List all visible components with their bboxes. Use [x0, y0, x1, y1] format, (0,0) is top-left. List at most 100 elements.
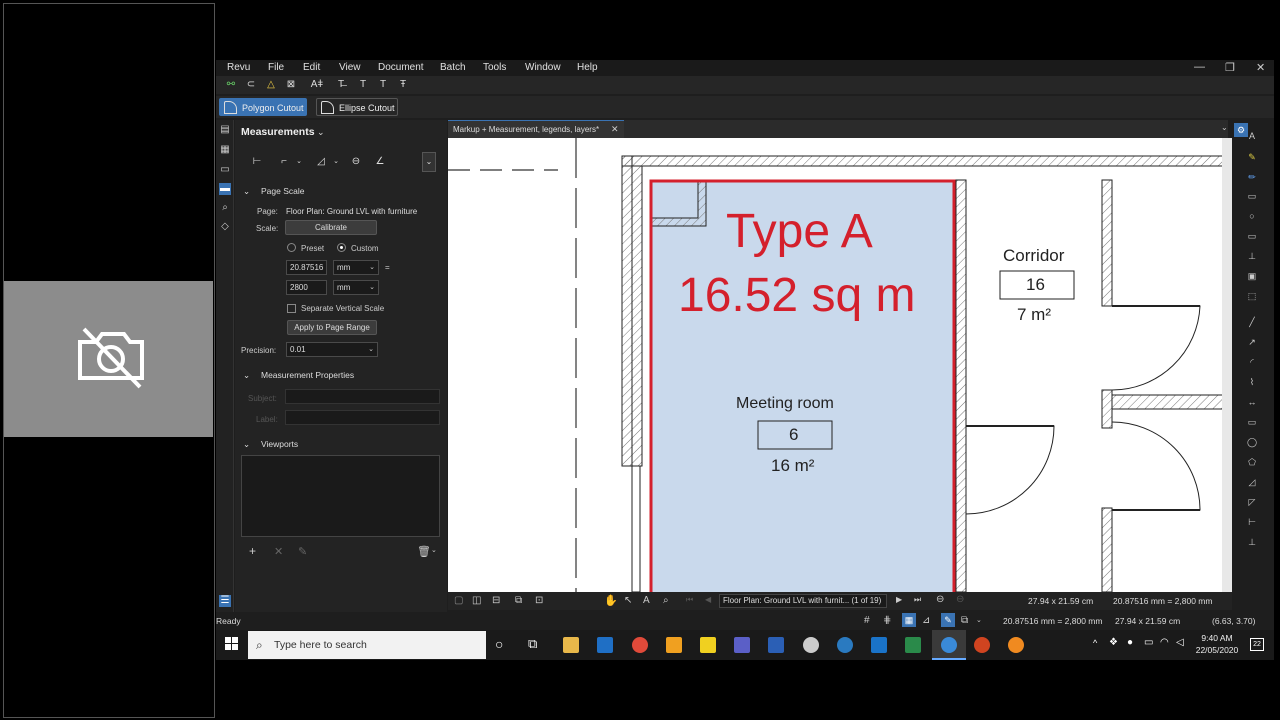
chevron-down-icon[interactable]: ⌄ — [243, 186, 250, 197]
word-icon[interactable] — [768, 637, 784, 653]
dimension-icon[interactable]: ↔ — [1246, 396, 1258, 408]
chevron-down-icon[interactable]: ⌄ — [292, 156, 306, 168]
diameter-tool-icon[interactable]: ⊖ — [349, 156, 363, 168]
stamp-icon[interactable]: ⊥ — [1246, 250, 1258, 262]
menu-view[interactable]: View — [339, 62, 361, 73]
chevron-down-icon[interactable]: ⌄ — [1221, 123, 1228, 132]
task-view-icon[interactable]: ⧉ — [528, 636, 537, 652]
measure-area-icon[interactable]: ◿ — [1246, 476, 1258, 488]
wifi-icon[interactable]: ◠ — [1160, 637, 1169, 648]
ellipse-cutout-button[interactable]: Ellipse Cutout — [316, 98, 398, 116]
measurements-tab-icon[interactable]: ▬ — [219, 183, 231, 195]
drawing-canvas[interactable]: Type A 16.52 sq m Meeting room 6 16 m² C… — [448, 138, 1232, 592]
angle-tool-icon[interactable]: ∠ — [373, 156, 387, 168]
vertical-scrollbar[interactable] — [1222, 138, 1232, 592]
snap-markup-icon[interactable]: ⊿ — [922, 615, 930, 626]
menu-document[interactable]: Document — [378, 62, 424, 73]
single-page-icon[interactable]: ▢ — [454, 595, 463, 606]
forward-icon[interactable]: ⊖ — [956, 594, 964, 605]
dropbox-icon[interactable]: ❖ — [1109, 637, 1118, 648]
pan-hand-icon[interactable]: ✋ — [604, 594, 618, 607]
strikethrough-icon[interactable]: T — [376, 78, 390, 92]
menu-file[interactable]: File — [268, 62, 284, 73]
split-vertical-icon[interactable]: ◫ — [472, 595, 481, 606]
add-icon[interactable]: + — [249, 544, 256, 558]
taskbar-search-input[interactable]: ⌕ Type here to search — [248, 631, 486, 659]
chevron-up-icon[interactable]: ^ — [1093, 638, 1097, 648]
app-icon[interactable] — [905, 637, 921, 653]
precision-select[interactable]: 0.01 ⌄ — [286, 342, 378, 357]
crop-icon[interactable]: ⊡ — [535, 595, 543, 606]
menu-tools[interactable]: Tools — [483, 62, 506, 73]
app-icon[interactable] — [803, 637, 819, 653]
note-icon[interactable]: ▭ — [1246, 230, 1258, 242]
close-button[interactable]: ✕ — [1256, 61, 1265, 74]
unit-1-select[interactable]: mm ⌄ — [333, 260, 379, 275]
polyline-icon[interactable]: ⌇ — [1246, 376, 1258, 388]
text-format-icon[interactable]: T̶ — [334, 78, 348, 92]
snap-grid-icon[interactable]: ⋕ — [883, 615, 891, 626]
overline-icon[interactable]: Ŧ — [396, 78, 410, 92]
toolchest-icon[interactable]: ▭ — [219, 164, 231, 176]
scale-value-2-field[interactable]: 2800 — [286, 280, 327, 295]
page-selector[interactable]: Floor Plan: Ground LVL with furnit... (1… — [719, 594, 887, 608]
chevron-down-icon[interactable]: ⌄ — [976, 616, 982, 624]
grid-icon[interactable]: ▦ — [219, 144, 231, 156]
bluebeam-icon[interactable] — [837, 637, 853, 653]
restore-button[interactable]: ❐ — [1225, 61, 1235, 74]
length-icon[interactable]: ⊢ — [1246, 516, 1258, 528]
rectangle-icon[interactable]: ▭ — [1246, 416, 1258, 428]
arrow-icon[interactable]: ↗ — [1246, 336, 1258, 348]
chevron-down-icon[interactable]: ⌄ — [317, 127, 325, 138]
image-icon[interactable]: ⊠ — [284, 78, 298, 92]
apply-page-range-button[interactable]: Apply to Page Range — [287, 320, 377, 335]
count-icon[interactable]: ⊥ — [1246, 536, 1258, 548]
link-icon[interactable]: ⚯ — [224, 78, 238, 92]
outlook-icon[interactable] — [597, 637, 613, 653]
thumbnails-icon[interactable]: ▤ — [219, 124, 231, 136]
arc-icon[interactable]: ◜ — [1246, 356, 1258, 368]
menu-help[interactable]: Help — [577, 62, 598, 73]
menu-batch[interactable]: Batch — [440, 62, 466, 73]
app-icon[interactable] — [1008, 637, 1024, 653]
volume-icon[interactable]: ◁ — [1176, 637, 1184, 648]
grid-toggle-icon[interactable]: # — [864, 615, 870, 626]
viewports-list[interactable] — [241, 455, 440, 537]
search-icon[interactable]: ⌕ — [219, 202, 231, 214]
select-pointer-icon[interactable]: ↖ — [624, 595, 632, 606]
image-icon[interactable]: ▣ — [1246, 270, 1258, 282]
close-tab-icon[interactable]: ✕ — [611, 124, 619, 135]
chevron-down-icon[interactable]: ⌄ — [431, 546, 437, 554]
sticky-notes-icon[interactable] — [700, 637, 716, 653]
line-icon[interactable]: ╱ — [1246, 316, 1258, 328]
cortana-icon[interactable]: ○ — [495, 636, 503, 652]
polygon-cutout-button[interactable]: Polygon Cutout — [219, 98, 307, 116]
snapshot-icon[interactable]: ⬚ — [1246, 290, 1258, 302]
zoom-icon[interactable]: ⌕ — [663, 595, 669, 606]
polylength-tool-icon[interactable]: ⌐ — [277, 156, 291, 168]
snap-content-icon[interactable]: ▦ — [902, 613, 916, 627]
app-icon[interactable] — [666, 637, 682, 653]
subject-field[interactable] — [285, 389, 440, 404]
measurement-properties-header[interactable]: Measurement Properties — [261, 370, 354, 380]
sync-icon[interactable]: ⧉ — [515, 595, 522, 606]
powerpoint-icon[interactable] — [974, 637, 990, 653]
document-tab[interactable]: Markup + Measurement, legends, layers* ✕ — [448, 120, 624, 138]
layers-icon[interactable]: ◇ — [219, 221, 231, 233]
text-select-icon[interactable]: A — [643, 595, 650, 606]
chevron-down-icon[interactable]: ⌄ — [243, 370, 250, 381]
split-horizontal-icon[interactable]: ⊟ — [492, 595, 500, 606]
text-box-icon[interactable]: A — [1246, 130, 1258, 142]
list-icon[interactable]: ☰ — [219, 595, 231, 607]
pen-icon[interactable]: ✏ — [1246, 171, 1258, 183]
sync-icon[interactable]: ⧉ — [961, 615, 968, 626]
area-tool-icon[interactable]: ◿ — [314, 156, 328, 168]
calibrate-button[interactable]: Calibrate — [285, 220, 377, 235]
trash-icon[interactable]: 🗑 — [417, 545, 431, 558]
custom-radio[interactable] — [337, 243, 346, 252]
teams-icon[interactable] — [734, 637, 750, 653]
back-icon[interactable]: ⊖ — [936, 594, 944, 605]
unit-2-select[interactable]: mm ⌄ — [333, 280, 379, 295]
length-tool-icon[interactable]: ⊢ — [250, 156, 264, 168]
callout-icon[interactable]: ▭ — [1246, 190, 1258, 202]
